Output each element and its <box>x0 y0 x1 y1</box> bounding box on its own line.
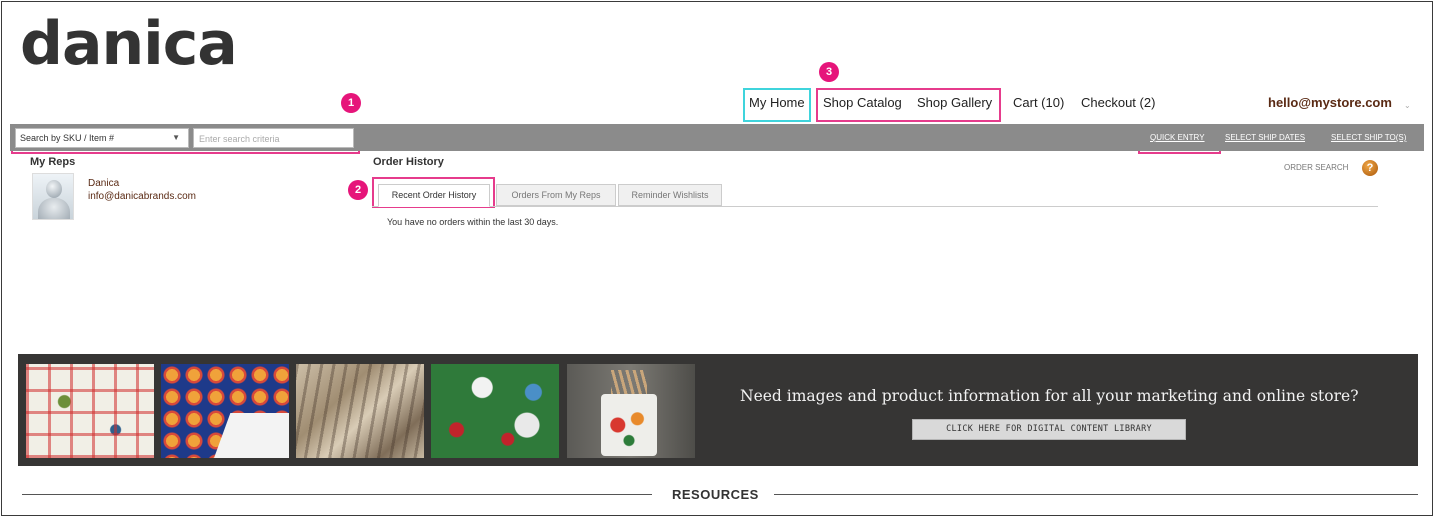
help-icon[interactable]: ? <box>1362 160 1378 176</box>
select-ship-tos-link[interactable]: SELECT SHIP TO(S) <box>1331 133 1406 142</box>
search-type-value: Search by SKU / Item # <box>20 133 115 143</box>
search-input[interactable]: Enter search criteria <box>193 128 354 148</box>
empty-orders-message: You have no orders within the last 30 da… <box>387 217 559 227</box>
chevron-down-icon: ▼ <box>172 133 180 142</box>
kitchen-towel-photo <box>26 364 154 458</box>
nav-cart[interactable]: Cart (10) <box>1013 96 1064 109</box>
highlight-shop-links <box>816 88 1001 122</box>
crock-shape <box>601 394 657 456</box>
highlight-my-home <box>743 88 811 122</box>
rep-email-link[interactable]: info@danicabrands.com <box>88 191 196 202</box>
tab-divider <box>372 206 1378 207</box>
callout-badge-1: 1 <box>341 93 361 113</box>
order-search-link[interactable]: ORDER SEARCH <box>1284 163 1348 172</box>
garden-napkin-photo <box>431 364 559 458</box>
resources-divider-right <box>774 494 1418 495</box>
order-history-heading: Order History <box>373 156 444 168</box>
white-plate-shape <box>214 413 289 458</box>
quick-entry-link[interactable]: QUICK ENTRY <box>1150 133 1205 142</box>
nav-checkout[interactable]: Checkout (2) <box>1081 96 1155 109</box>
blue-orange-cloth-photo <box>161 364 289 458</box>
linen-towel-photo <box>296 364 424 458</box>
danica-logo[interactable]: danica <box>20 14 238 74</box>
rep-name: Danica <box>88 178 120 189</box>
chevron-down-icon[interactable]: ⌄ <box>1404 102 1411 110</box>
linen-stripe-pattern <box>296 364 424 458</box>
banner-headline: Need images and product information for … <box>740 387 1359 405</box>
callout-badge-2: 2 <box>348 180 368 200</box>
avatar-head <box>46 180 62 198</box>
select-ship-dates-link[interactable]: SELECT SHIP DATES <box>1225 133 1305 142</box>
tab-orders-from-my-reps[interactable]: Orders From My Reps <box>496 184 616 206</box>
tab-reminder-wishlists[interactable]: Reminder Wishlists <box>618 184 722 206</box>
search-type-select[interactable]: Search by SKU / Item # ▼ <box>15 128 189 148</box>
digital-content-library-button[interactable]: CLICK HERE FOR DIGITAL CONTENT LIBRARY <box>912 419 1186 440</box>
utensil-crock-photo <box>567 364 695 458</box>
avatar <box>32 173 74 220</box>
avatar-body <box>38 198 70 219</box>
tab-recent-order-history[interactable]: Recent Order History <box>378 184 490 207</box>
resources-heading: RESOURCES <box>672 487 759 502</box>
my-reps-heading: My Reps <box>30 156 76 168</box>
account-email-menu[interactable]: hello@mystore.com <box>1268 96 1392 109</box>
callout-badge-3: 3 <box>819 62 839 82</box>
resources-divider-left <box>22 494 652 495</box>
